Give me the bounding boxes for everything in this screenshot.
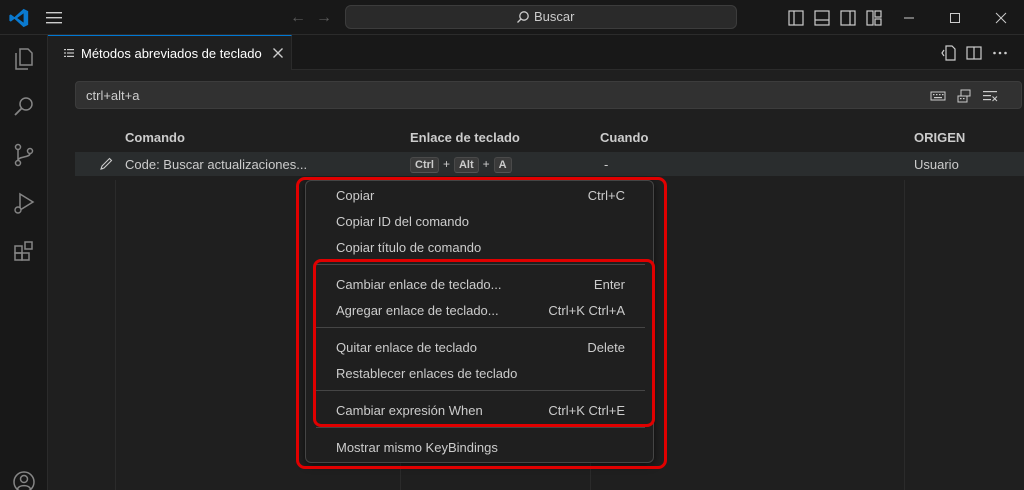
column-divider: [115, 180, 116, 490]
minimize-icon[interactable]: [886, 0, 932, 35]
key-plus: +: [482, 157, 490, 171]
highlight-outline-keybinding-actions: [313, 259, 655, 427]
table-header: Comando Enlace de teclado Cuando ORIGEN: [75, 126, 1024, 150]
close-icon[interactable]: [270, 45, 286, 61]
column-when[interactable]: Cuando: [600, 130, 648, 145]
source-control-icon[interactable]: [0, 131, 48, 179]
tab-bar: Métodos abreviados de teclado: [48, 35, 1024, 70]
keycap: A: [493, 157, 512, 173]
keybindings-search-input[interactable]: ctrl+alt+a: [75, 81, 1022, 109]
column-divider: [904, 180, 905, 490]
activity-bar: [0, 35, 48, 490]
column-source[interactable]: ORIGEN: [914, 130, 965, 145]
column-keybinding[interactable]: Enlace de teclado: [410, 130, 520, 145]
keycap: Ctrl: [410, 157, 439, 173]
arrow-left-icon[interactable]: ←: [288, 8, 308, 28]
toggle-secondary-sidebar-icon[interactable]: [838, 8, 858, 28]
sort-by-precedence-icon[interactable]: [956, 88, 972, 104]
column-command[interactable]: Comando: [125, 130, 185, 145]
clear-search-icon[interactable]: [982, 88, 998, 104]
toggle-sidebar-icon[interactable]: [786, 8, 806, 28]
key-plus: +: [442, 157, 450, 171]
keycap: Alt: [453, 157, 479, 173]
close-icon[interactable]: [978, 0, 1024, 35]
arrow-right-icon[interactable]: →: [314, 8, 334, 28]
search-label: Buscar: [534, 9, 575, 24]
search-value: ctrl+alt+a: [86, 88, 140, 103]
row-source: Usuario: [914, 157, 959, 172]
search-icon: [517, 10, 529, 23]
customize-layout-icon[interactable]: [864, 8, 884, 28]
explorer-icon[interactable]: [0, 35, 48, 83]
row-when: -: [604, 157, 609, 172]
search-view-icon[interactable]: [0, 83, 48, 131]
more-actions-icon[interactable]: [990, 43, 1010, 63]
title-bar: ← → Buscar: [0, 0, 1024, 35]
menu-icon[interactable]: [44, 9, 64, 27]
edit-icon[interactable]: [98, 156, 114, 172]
toggle-panel-icon[interactable]: [812, 8, 832, 28]
split-editor-icon[interactable]: [964, 43, 984, 63]
command-center-search[interactable]: Buscar: [345, 5, 737, 29]
open-json-icon[interactable]: [940, 43, 960, 63]
row-command: Code: Buscar actualizaciones...: [125, 157, 308, 172]
run-debug-icon[interactable]: [0, 179, 48, 227]
table-row[interactable]: Code: Buscar actualizaciones... Ctrl + Alt…: [75, 152, 1024, 176]
row-keybinding: Ctrl + Alt + A: [410, 156, 512, 173]
keyboard-shortcuts-icon: [64, 49, 74, 57]
tab-label: Métodos abreviados de teclado: [81, 45, 262, 61]
vscode-logo-icon: [9, 8, 29, 28]
record-keys-icon[interactable]: [930, 88, 946, 104]
extensions-icon[interactable]: [0, 227, 48, 275]
maximize-icon[interactable]: [932, 0, 978, 35]
tab-keyboard-shortcuts[interactable]: Métodos abreviados de teclado: [48, 35, 292, 70]
account-icon[interactable]: [0, 458, 48, 490]
